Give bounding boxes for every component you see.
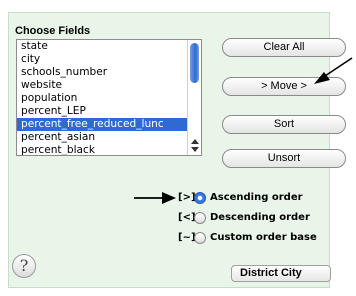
arrow-icon bbox=[134, 192, 176, 204]
annotation-arrows bbox=[134, 57, 353, 204]
arrow-icon bbox=[314, 57, 353, 84]
